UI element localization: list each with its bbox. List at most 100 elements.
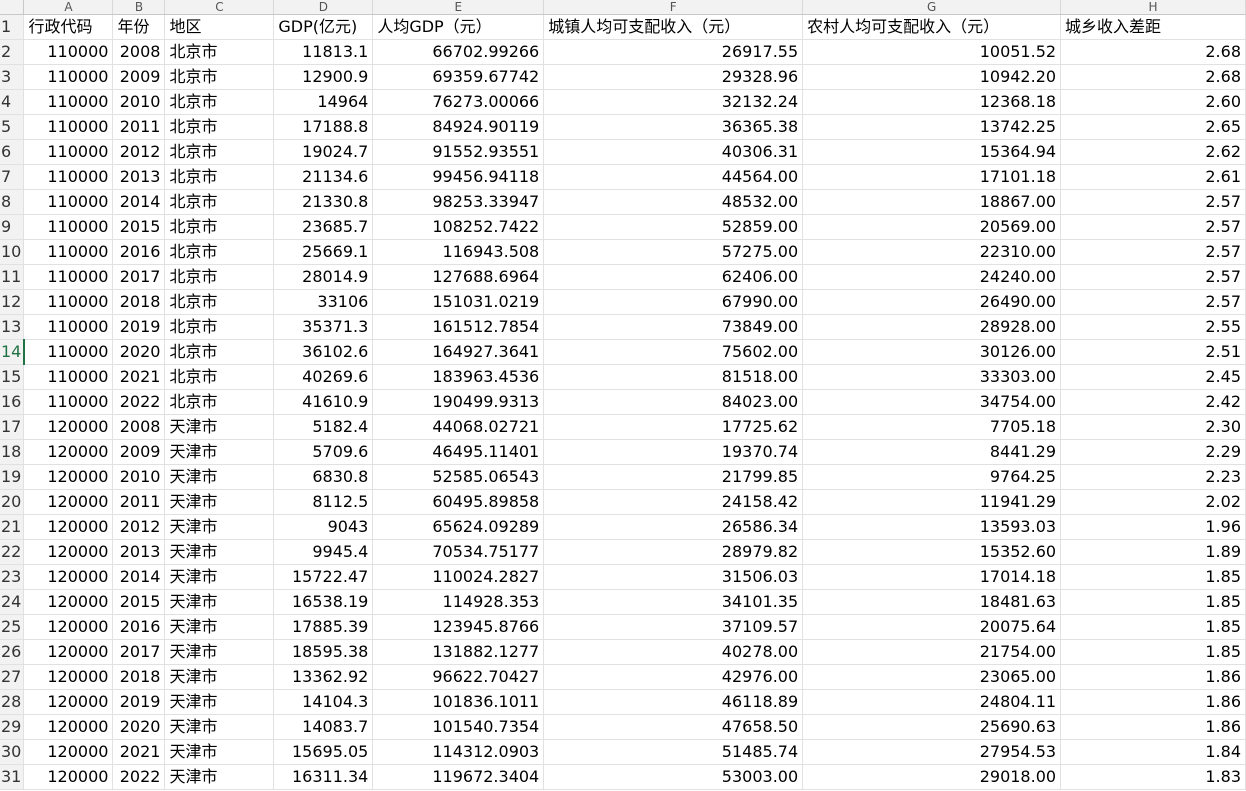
cell-income-gap[interactable]: 2.57 (1060, 239, 1246, 265)
cell-rural-income[interactable]: 21754.00 (802, 639, 1062, 665)
row-number[interactable]: 3 (0, 64, 25, 90)
cell-year[interactable]: 2012 (112, 514, 166, 540)
cell-region[interactable]: 北京市 (164, 64, 275, 90)
cell-region[interactable]: 天津市 (164, 589, 275, 615)
cell-year[interactable]: 2016 (112, 239, 166, 265)
header-cell-region[interactable]: 地区 (164, 14, 275, 40)
cell-code[interactable]: 110000 (23, 264, 114, 290)
cell-rural-income[interactable]: 15364.94 (802, 139, 1062, 165)
row-number[interactable]: 12 (0, 289, 25, 315)
cell-year[interactable]: 2014 (112, 564, 166, 590)
cell-income-gap[interactable]: 2.62 (1060, 139, 1246, 165)
cell-code[interactable]: 110000 (23, 164, 114, 190)
header-cell-code[interactable]: 行政代码 (23, 14, 114, 40)
cell-year[interactable]: 2020 (112, 339, 166, 365)
cell-income-gap[interactable]: 1.89 (1060, 539, 1246, 565)
cell-rural-income[interactable]: 10051.52 (802, 39, 1062, 65)
cell-rural-income[interactable]: 26490.00 (802, 289, 1062, 315)
cell-gdp[interactable]: 36102.6 (273, 339, 374, 365)
cell-urban-income[interactable]: 26917.55 (543, 39, 804, 65)
cell-urban-income[interactable]: 75602.00 (543, 339, 804, 365)
row-number[interactable]: 4 (0, 89, 25, 115)
column-header-h[interactable]: H (1060, 0, 1246, 15)
cell-gdp[interactable]: 41610.9 (273, 389, 374, 415)
cell-gdp-per-capita[interactable]: 65624.09289 (372, 514, 545, 540)
cell-code[interactable]: 120000 (23, 589, 114, 615)
cell-rural-income[interactable]: 29018.00 (802, 764, 1062, 790)
row-number[interactable]: 24 (0, 589, 25, 615)
cell-gdp[interactable]: 18595.38 (273, 639, 374, 665)
cell-gdp[interactable]: 9043 (273, 514, 374, 540)
cell-rural-income[interactable]: 20569.00 (802, 214, 1062, 240)
cell-region[interactable]: 北京市 (164, 339, 275, 365)
cell-urban-income[interactable]: 29328.96 (543, 64, 804, 90)
cell-region[interactable]: 天津市 (164, 739, 275, 765)
cell-code[interactable]: 110000 (23, 89, 114, 115)
cell-rural-income[interactable]: 18867.00 (802, 189, 1062, 215)
cell-urban-income[interactable]: 81518.00 (543, 364, 804, 390)
cell-gdp-per-capita[interactable]: 123945.8766 (372, 614, 545, 640)
cell-urban-income[interactable]: 34101.35 (543, 589, 804, 615)
cell-gdp[interactable]: 15695.05 (273, 739, 374, 765)
cell-region[interactable]: 天津市 (164, 764, 275, 790)
cell-year[interactable]: 2017 (112, 264, 166, 290)
column-header-a[interactable]: A (23, 0, 114, 15)
cell-gdp[interactable]: 15722.47 (273, 564, 374, 590)
cell-year[interactable]: 2021 (112, 364, 166, 390)
cell-rural-income[interactable]: 13593.03 (802, 514, 1062, 540)
cell-code[interactable]: 120000 (23, 489, 114, 515)
cell-gdp-per-capita[interactable]: 161512.7854 (372, 314, 545, 340)
cell-urban-income[interactable]: 21799.85 (543, 464, 804, 490)
cell-gdp[interactable]: 11813.1 (273, 39, 374, 65)
row-number[interactable]: 22 (0, 539, 25, 565)
cell-year[interactable]: 2012 (112, 139, 166, 165)
cell-code[interactable]: 110000 (23, 114, 114, 140)
cell-gdp-per-capita[interactable]: 76273.00066 (372, 89, 545, 115)
cell-year[interactable]: 2013 (112, 539, 166, 565)
cell-region[interactable]: 天津市 (164, 464, 275, 490)
row-number[interactable]: 31 (0, 764, 25, 790)
cell-urban-income[interactable]: 17725.62 (543, 414, 804, 440)
cell-region[interactable]: 北京市 (164, 364, 275, 390)
column-header-b[interactable]: B (112, 0, 166, 15)
cell-gdp[interactable]: 28014.9 (273, 264, 374, 290)
row-number[interactable]: 2 (0, 39, 25, 65)
cell-code[interactable]: 110000 (23, 239, 114, 265)
cell-gdp-per-capita[interactable]: 101540.7354 (372, 714, 545, 740)
row-number[interactable]: 14 (0, 339, 25, 365)
cell-urban-income[interactable]: 48532.00 (543, 189, 804, 215)
cell-year[interactable]: 2018 (112, 664, 166, 690)
cell-rural-income[interactable]: 24804.11 (802, 689, 1062, 715)
cell-rural-income[interactable]: 17101.18 (802, 164, 1062, 190)
row-number[interactable]: 19 (0, 464, 25, 490)
cell-income-gap[interactable]: 2.55 (1060, 314, 1246, 340)
cell-gdp[interactable]: 25669.1 (273, 239, 374, 265)
cell-region[interactable]: 天津市 (164, 489, 275, 515)
cell-code[interactable]: 110000 (23, 189, 114, 215)
column-header-e[interactable]: E (372, 0, 545, 15)
cell-gdp[interactable]: 17188.8 (273, 114, 374, 140)
cell-gdp-per-capita[interactable]: 151031.0219 (372, 289, 545, 315)
cell-gdp-per-capita[interactable]: 108252.7422 (372, 214, 545, 240)
cell-code[interactable]: 120000 (23, 664, 114, 690)
cell-urban-income[interactable]: 46118.89 (543, 689, 804, 715)
cell-gdp-per-capita[interactable]: 114928.353 (372, 589, 545, 615)
cell-income-gap[interactable]: 2.57 (1060, 189, 1246, 215)
cell-gdp-per-capita[interactable]: 99456.94118 (372, 164, 545, 190)
row-number[interactable]: 16 (0, 389, 25, 415)
cell-income-gap[interactable]: 2.42 (1060, 389, 1246, 415)
cell-region[interactable]: 天津市 (164, 614, 275, 640)
cell-gdp-per-capita[interactable]: 69359.67742 (372, 64, 545, 90)
cell-rural-income[interactable]: 28928.00 (802, 314, 1062, 340)
cell-code[interactable]: 120000 (23, 689, 114, 715)
cell-year[interactable]: 2022 (112, 764, 166, 790)
cell-urban-income[interactable]: 67990.00 (543, 289, 804, 315)
cell-rural-income[interactable]: 22310.00 (802, 239, 1062, 265)
cell-region[interactable]: 北京市 (164, 214, 275, 240)
cell-urban-income[interactable]: 40278.00 (543, 639, 804, 665)
header-cell-year[interactable]: 年份 (112, 14, 166, 40)
cell-gdp-per-capita[interactable]: 44068.02721 (372, 414, 545, 440)
cell-rural-income[interactable]: 9764.25 (802, 464, 1062, 490)
cell-gdp-per-capita[interactable]: 127688.6964 (372, 264, 545, 290)
cell-gdp[interactable]: 8112.5 (273, 489, 374, 515)
